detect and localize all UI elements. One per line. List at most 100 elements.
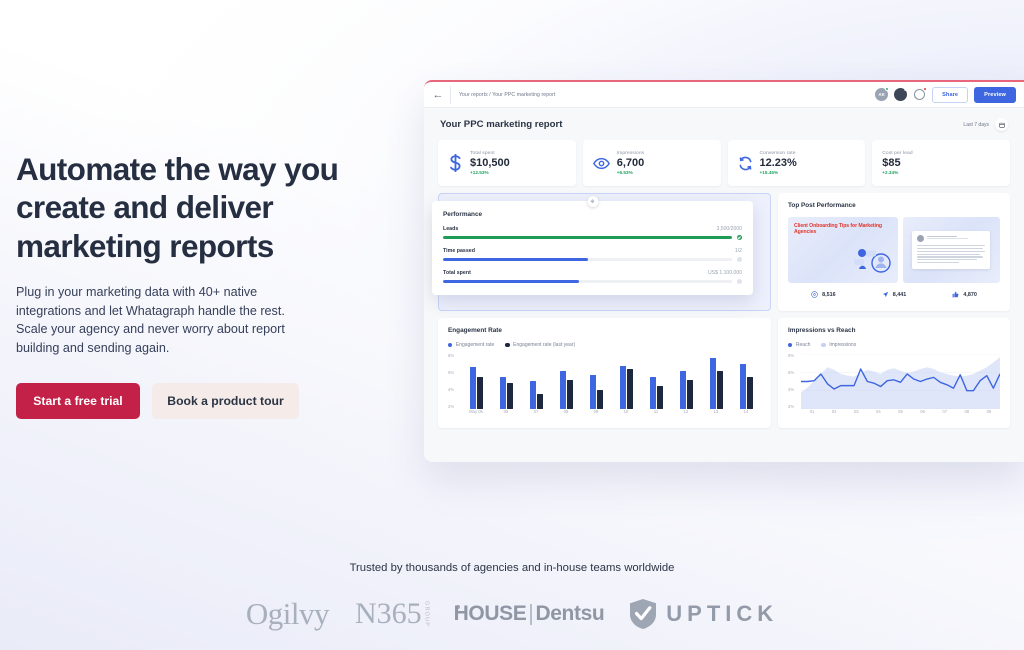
bar-group[interactable] — [731, 354, 761, 409]
x-tick: 11 — [653, 409, 659, 414]
progress-item: Time passed 1/2 — [443, 248, 742, 262]
preview-button[interactable]: Preview — [974, 86, 1016, 103]
legend-item[interactable]: Engagement rate (last year) — [505, 342, 575, 348]
top-post-performance-panel[interactable]: Top Post Performance Client Onboarding T… — [778, 193, 1010, 311]
progress-item: Total spent US$ 1.100.000 — [443, 270, 742, 284]
chart-plot: 8% 6% 4% 2% 01 02 03 04 05 06 07 08 09 — [788, 353, 1000, 419]
x-tick: 02 — [831, 409, 837, 414]
performance-panel[interactable]: ✥ Performance Leads 3,500/2000 Time pass… — [432, 196, 753, 295]
kpi-card-cost-per-lead[interactable]: Cost per lead $85 +2.34% — [872, 140, 1010, 186]
notification-badge — [923, 87, 928, 91]
progress-track — [443, 235, 732, 240]
logo-n365-sub: GROUP — [423, 600, 430, 628]
avatar[interactable] — [894, 88, 908, 101]
logo-divider — [530, 603, 532, 625]
back-arrow-icon[interactable]: ← — [430, 89, 446, 101]
progress-track — [443, 279, 732, 284]
topbar-actions: AK Share Preview — [875, 86, 1016, 103]
book-product-tour-button[interactable]: Book a product tour — [152, 383, 299, 420]
progress-item: Leads 3,500/2000 — [443, 226, 742, 240]
kpi-value: 12.23% — [759, 157, 797, 170]
start-free-trial-button[interactable]: Start a free trial — [16, 383, 140, 420]
bell-icon[interactable] — [913, 87, 928, 101]
bar — [679, 371, 686, 409]
bar-group[interactable] — [581, 354, 611, 409]
engagement-rate-chart[interactable]: Engagement Rate Engagement rate Engageme… — [438, 318, 771, 428]
illustration-icon — [850, 244, 892, 279]
x-tick: 09 — [986, 409, 992, 414]
post-thumbnail[interactable] — [902, 217, 1000, 283]
eye-icon — [592, 157, 610, 170]
dashboard-mockup: ← Your reports / Your PPC marketing repo… — [424, 80, 1024, 462]
bar-group[interactable] — [671, 354, 701, 409]
share-icon — [882, 291, 888, 298]
logo-uptick-text: UPTICK — [666, 601, 779, 626]
presence-dot — [904, 88, 908, 91]
bar-group[interactable] — [521, 354, 551, 409]
kpi-value: 6,700 — [616, 157, 645, 170]
refresh-icon — [738, 156, 753, 171]
legend-item[interactable]: Impressions — [821, 342, 856, 348]
bar — [619, 366, 626, 409]
kpi-text: Total spent $10,500 +12.53% — [470, 151, 510, 176]
logo-strip: Ogilvy N365 GROUP HOUSE Dentsu UPTICK — [0, 596, 1024, 632]
bar-group[interactable] — [461, 354, 491, 409]
hero-page: Automate the way you create and deliver … — [0, 0, 1024, 650]
x-tick: 04 — [876, 409, 881, 414]
avatar-initials: AK — [878, 92, 885, 97]
progress-value: 3,500/2000 — [716, 226, 743, 232]
chart-legend: Reach Impressions — [788, 342, 1000, 348]
kpi-card-total-spent[interactable]: Total spent $10,500 +12.53% — [438, 140, 576, 186]
bar-group[interactable] — [611, 354, 641, 409]
x-tick: 06 — [920, 409, 925, 414]
topbar-divider — [450, 85, 451, 104]
bar — [649, 377, 656, 409]
kpi-text: Impressions 6,700 +6.53% — [617, 151, 645, 176]
legend-item[interactable]: Engagement rate — [448, 342, 494, 348]
legend-swatch — [788, 342, 793, 348]
calendar-icon[interactable] — [995, 118, 1008, 131]
progress-label: Total spent — [443, 270, 471, 276]
post-stat-shares: 8,441 — [882, 291, 906, 298]
bar-group[interactable] — [641, 354, 671, 409]
bar — [499, 377, 506, 409]
y-tick: 2% — [448, 403, 455, 409]
dollar-icon — [448, 154, 463, 172]
share-button[interactable]: Share — [932, 86, 969, 103]
y-tick: 6% — [448, 369, 455, 375]
bar — [559, 371, 566, 409]
x-tick: 14 — [743, 409, 749, 414]
drag-handle-icon[interactable]: ✥ — [587, 196, 598, 207]
thumbup-icon — [952, 291, 959, 298]
legend-item[interactable]: Reach — [788, 342, 810, 348]
bar — [626, 369, 633, 409]
bar-group[interactable] — [701, 354, 731, 409]
bar — [476, 376, 483, 409]
logo-n365-group: N365 GROUP — [355, 597, 430, 631]
bar-group[interactable] — [551, 354, 581, 409]
bar — [536, 393, 543, 409]
status-dot — [737, 257, 742, 262]
x-tick: 05 — [898, 409, 903, 414]
bar — [739, 364, 746, 409]
bar — [566, 380, 573, 409]
dashboard-body: Your PPC marketing report Last 7 days To… — [424, 108, 1024, 428]
kpi-card-impressions[interactable]: Impressions 6,700 +6.53% — [582, 140, 721, 186]
bar — [506, 382, 513, 409]
kpi-card-conversion-rate[interactable]: Conversion rate 12.23% +15.45% — [727, 140, 866, 186]
bar-group[interactable] — [491, 354, 521, 409]
post-thumbnail[interactable]: Client Onboarding Tips for Marketing Age… — [788, 217, 898, 283]
logo-ogilvy: Ogilvy — [245, 596, 330, 631]
quote-card — [912, 230, 991, 270]
bar — [746, 376, 753, 409]
presence-dot — [885, 87, 890, 91]
post-stat-value: 4,870 — [963, 291, 977, 298]
impressions-vs-reach-chart[interactable]: Impressions vs Reach Reach Impressions 8… — [778, 318, 1010, 428]
bar — [529, 380, 536, 409]
date-range-control[interactable]: Last 7 days — [963, 118, 1008, 131]
chart-title: Engagement Rate — [448, 327, 502, 334]
avatar[interactable]: AK — [875, 87, 890, 101]
kpi-text: Conversion rate 12.23% +15.45% — [760, 151, 797, 176]
breadcrumb[interactable]: Your reports / Your PPC marketing report — [459, 92, 555, 98]
kpi-label: Impressions — [616, 150, 645, 156]
